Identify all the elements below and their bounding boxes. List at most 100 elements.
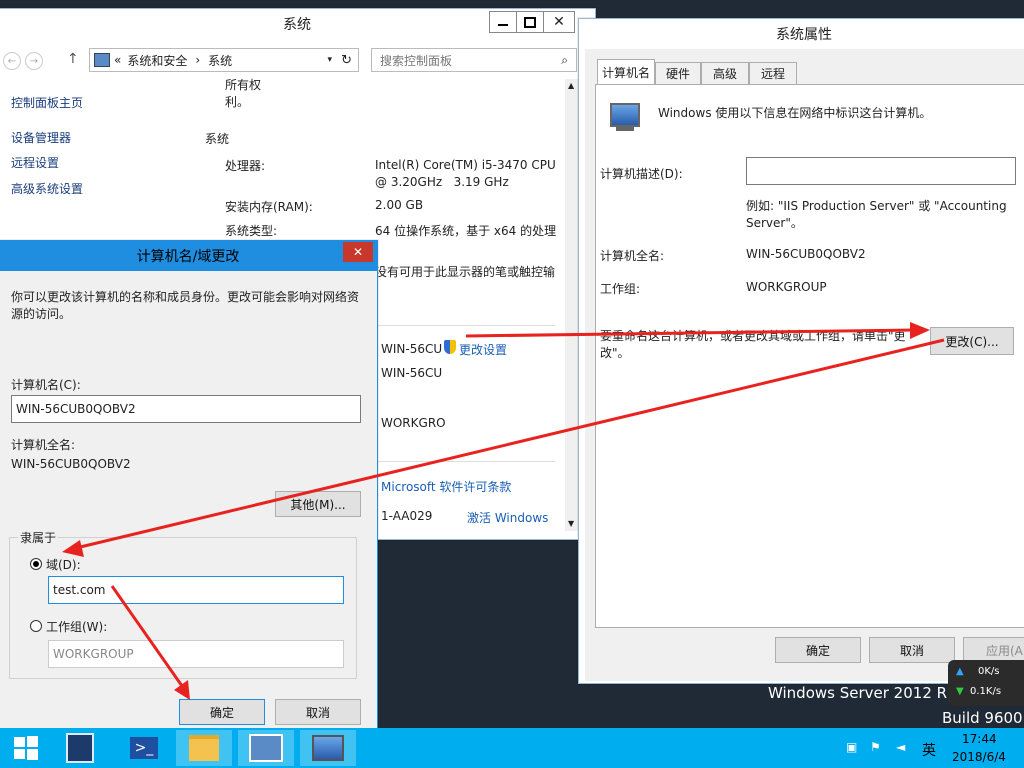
props-full-name-value: WIN-56CUB0QOBV2 xyxy=(746,247,866,261)
member-of-label: 隶属于 xyxy=(18,529,59,546)
rename-ok-button[interactable]: 确定 xyxy=(179,699,265,725)
props-body: 计算机名 硬件 高级 远程 Windows 使用以下信息在网络中标识这台计算机。… xyxy=(585,49,1024,681)
net-monitor: ▲ 0K/s ▼ 0.1K/s xyxy=(948,660,1024,706)
desc-hint: 例如: "IIS Production Server" 或 "Accountin… xyxy=(746,199,1007,230)
folder-icon xyxy=(189,735,219,761)
taskbar-powershell[interactable]: >_ xyxy=(120,730,168,766)
close-button[interactable]: ✕ xyxy=(543,11,575,33)
ram-value: 2.00 GB xyxy=(375,198,424,212)
props-cancel-button[interactable]: 取消 xyxy=(869,637,955,663)
workgroup-radio[interactable] xyxy=(30,620,42,632)
props-workgroup-value: WORKGROUP xyxy=(746,280,827,294)
workgroup-label: 工作组(W): xyxy=(46,620,108,634)
taskbar-system[interactable] xyxy=(300,730,356,766)
scroll-up-icon: ▲ xyxy=(568,81,575,90)
domain-radio[interactable] xyxy=(30,558,42,570)
pen-touch-value: 没有可用于此显示器的笔或触控输 xyxy=(375,265,556,279)
scrollbar[interactable]: ▲ ▼ xyxy=(565,79,579,531)
control-panel-icon xyxy=(249,734,283,762)
activate-windows-link[interactable]: 激活 Windows xyxy=(467,509,548,526)
search-input[interactable]: 搜索控制面板 ⌕ xyxy=(371,48,577,72)
upload-speed: 0K/s xyxy=(978,666,1000,677)
props-intro: Windows 使用以下信息在网络中标识这台计算机。 xyxy=(658,106,932,120)
license-link[interactable]: Microsoft 软件许可条款 xyxy=(381,478,511,495)
full-name-partial: WIN-56CU xyxy=(381,366,443,380)
refresh-icon[interactable]: ↻ xyxy=(341,53,352,68)
domain-input[interactable]: test.com xyxy=(48,576,344,604)
tab-remote[interactable]: 远程 xyxy=(749,62,797,84)
scroll-thumb[interactable] xyxy=(568,379,576,391)
shield-icon xyxy=(444,340,456,354)
change-button[interactable]: 更改(C)... xyxy=(930,327,1014,355)
system-type-value: 64 位操作系统，基于 x64 的处理 xyxy=(375,224,557,238)
computer-name-partial: WIN-56CU xyxy=(381,342,443,356)
chevron-down-icon[interactable]: ▾ xyxy=(327,55,332,65)
sidebar-item-device-manager[interactable]: 设备管理器 xyxy=(11,129,71,146)
sidebar-item-remote[interactable]: 远程设置 xyxy=(11,154,59,171)
rename-cancel-button[interactable]: 取消 xyxy=(275,699,361,725)
ime-indicator[interactable]: 英 xyxy=(922,740,936,760)
system-window-titlebar: 系统 ✕ xyxy=(0,9,595,39)
rename-titlebar: 计算机名/域更改 ✕ xyxy=(0,241,377,271)
rename-title: 计算机名/域更改 xyxy=(136,249,240,265)
other-button[interactable]: 其他(M)... xyxy=(275,491,361,517)
rename-instruction: 要重命名这台计算机，或者更改其域或工作组，请单击"更 改"。 xyxy=(600,329,906,360)
tab-panel: Windows 使用以下信息在网络中标识这台计算机。 计算机描述(D): 例如:… xyxy=(595,84,1024,628)
tab-computer-name-label: 计算机名 xyxy=(601,66,650,80)
props-ok-button[interactable]: 确定 xyxy=(775,637,861,663)
volume-icon[interactable]: ◄ xyxy=(896,740,905,754)
workgroup-input[interactable]: WORKGROUP xyxy=(48,640,344,668)
computer-icon xyxy=(610,103,640,127)
rename-ok-label: 确定 xyxy=(209,705,234,720)
sidebar-home-link[interactable]: 控制面板主页 xyxy=(11,94,83,111)
props-cancel-label: 取消 xyxy=(899,643,924,658)
sidebar-item-advanced[interactable]: 高级系统设置 xyxy=(11,180,83,197)
upload-icon: ▲ xyxy=(956,666,964,677)
control-panel-icon xyxy=(94,53,110,67)
breadcrumb-segment-security[interactable]: 系统和安全 xyxy=(127,52,187,69)
tab-advanced-label: 高级 xyxy=(712,67,737,81)
maximize-button[interactable] xyxy=(516,11,544,33)
download-speed: 0.1K/s xyxy=(970,686,1002,697)
props-title: 系统属性 xyxy=(776,27,832,43)
network-icon[interactable]: ▣ xyxy=(846,740,857,754)
search-placeholder: 搜索控制面板 xyxy=(380,53,453,68)
windows-logo-icon xyxy=(14,736,38,760)
clock-date[interactable]: 2018/6/4 xyxy=(952,750,1006,764)
props-ok-label: 确定 xyxy=(805,643,830,658)
props-workgroup-label: 工作组: xyxy=(600,282,641,296)
breadcrumb-segment-system[interactable]: 系统 xyxy=(208,52,232,69)
processor-key: 处理器: xyxy=(225,159,266,173)
minimize-icon xyxy=(498,24,508,26)
flag-icon[interactable]: ⚑ xyxy=(870,740,881,754)
taskbar-control-panel[interactable] xyxy=(238,730,294,766)
powershell-icon: >_ xyxy=(130,737,158,759)
tab-hardware[interactable]: 硬件 xyxy=(655,62,701,84)
address-bar[interactable]: « 系统和安全 › 系统 ▾ ↻ xyxy=(89,48,359,72)
taskbar-server-manager[interactable] xyxy=(56,730,104,766)
tab-remote-label: 远程 xyxy=(760,67,785,81)
workgroup-partial: WORKGRO xyxy=(381,416,446,430)
props-full-name-label: 计算机全名: xyxy=(600,249,665,263)
change-settings-link[interactable]: 更改设置 xyxy=(459,341,507,358)
up-button[interactable]: ↑ xyxy=(67,51,79,67)
forward-button[interactable]: → xyxy=(25,52,43,70)
taskbar-explorer[interactable] xyxy=(176,730,232,766)
section-system: 系统 xyxy=(205,132,230,146)
maximize-icon xyxy=(524,16,536,28)
rename-cancel-label: 取消 xyxy=(305,705,330,720)
tab-advanced[interactable]: 高级 xyxy=(701,62,749,84)
rename-description: 你可以更改该计算机的名称和成员身份。更改可能会影响对网络资源的访问。 xyxy=(11,290,360,321)
minimize-button[interactable] xyxy=(489,11,517,33)
computer-name-input[interactable]: WIN-56CUB0QOBV2 xyxy=(11,395,361,423)
computer-description-input[interactable] xyxy=(746,157,1016,185)
member-of-group: 隶属于 域(D): test.com 工作组(W): WORKGROUP xyxy=(9,529,357,679)
start-button[interactable] xyxy=(4,730,48,766)
clock-time[interactable]: 17:44 xyxy=(962,732,997,746)
processor-value: Intel(R) Core(TM) i5-3470 CPU @ 3.20GHz … xyxy=(375,158,556,189)
back-button[interactable]: ← xyxy=(3,52,21,70)
rename-close-button[interactable]: ✕ xyxy=(343,242,373,262)
os-name: Windows Server 2012 R2 xyxy=(768,684,957,702)
tab-computer-name[interactable]: 计算机名 xyxy=(597,59,655,85)
up-arrow-icon: ↑ xyxy=(67,51,79,67)
